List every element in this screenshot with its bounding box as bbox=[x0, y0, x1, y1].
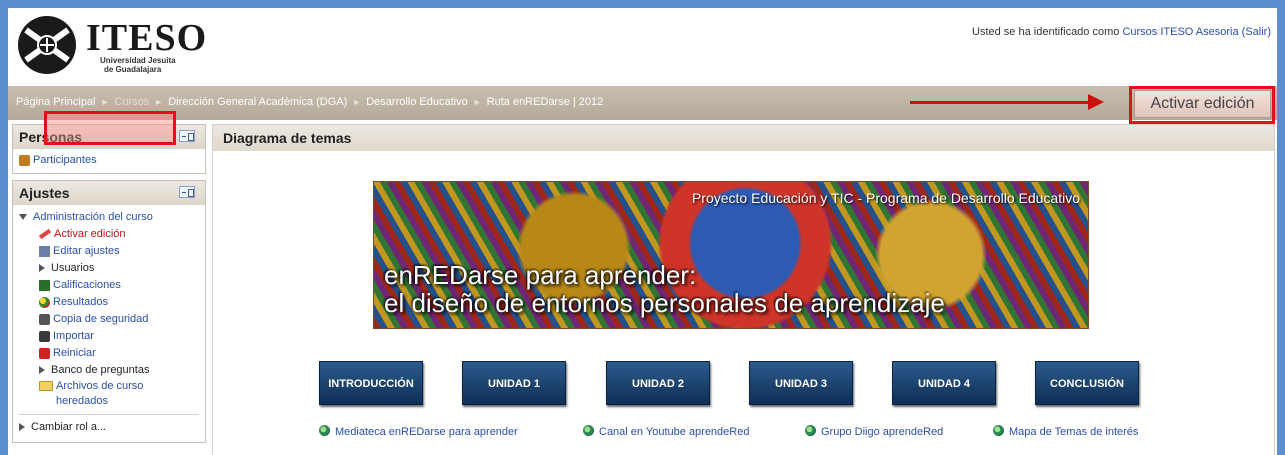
sidebar-item-label[interactable]: heredados bbox=[56, 395, 108, 407]
nav-button-unidad-4[interactable]: UNIDAD 4 bbox=[892, 361, 996, 405]
main-content: Diagrama de temas Proyecto Educación y T… bbox=[212, 124, 1275, 455]
sidebar-item-label: Cambiar rol a... bbox=[31, 421, 107, 433]
sidebar-item-editar-ajustes[interactable]: Editar ajustes bbox=[19, 243, 199, 260]
collapsed-triangle-icon bbox=[39, 366, 45, 375]
annotation-highlight-box bbox=[1129, 86, 1275, 124]
sidebar-item-label[interactable]: Copia de seguridad bbox=[53, 313, 148, 325]
sidebar-item-label[interactable]: Resultados bbox=[53, 296, 108, 308]
page-title: Diagrama de temas bbox=[213, 125, 1274, 151]
logo-emblem-icon bbox=[18, 16, 76, 74]
banner-line-2: el diseño de entornos personales de apre… bbox=[384, 288, 945, 318]
sidebar: Personas Participantes Ajustes Administr… bbox=[12, 124, 206, 455]
resource-link-youtube[interactable]: Canal en Youtube aprendeRed bbox=[583, 425, 749, 438]
resource-link-mediateca[interactable]: Mediateca enREDarse para aprender bbox=[319, 425, 518, 438]
results-icon bbox=[39, 296, 50, 308]
sidebar-item-label[interactable]: Calificaciones bbox=[53, 279, 121, 291]
sidebar-item-label[interactable]: Participantes bbox=[33, 154, 97, 166]
sidebar-item-participantes[interactable]: Participantes bbox=[19, 152, 199, 169]
login-info: Usted se ha identificado como Cursos ITE… bbox=[972, 26, 1271, 38]
block-personas-body: Participantes bbox=[13, 149, 205, 173]
breadcrumb-item-dga[interactable]: Dirección General Académica (DGA) bbox=[168, 96, 347, 108]
annotation-arrow-head-icon bbox=[1088, 94, 1104, 110]
sidebar-item-label[interactable]: Importar bbox=[53, 330, 94, 342]
breadcrumb-separator-icon: ► bbox=[472, 97, 482, 107]
resource-link-label[interactable]: Mediateca enREDarse para aprender bbox=[335, 426, 518, 438]
folder-icon bbox=[39, 381, 53, 392]
dock-toggle-icon[interactable] bbox=[179, 130, 195, 142]
user-profile-link[interactable]: Cursos ITESO Asesoria bbox=[1122, 26, 1238, 38]
resource-link-label[interactable]: Mapa de Temas de interés bbox=[1009, 426, 1138, 438]
block-title: Ajustes bbox=[19, 185, 70, 201]
annotation-highlight-box bbox=[44, 111, 176, 145]
globe-icon bbox=[319, 425, 330, 436]
breadcrumb-separator-icon: ► bbox=[352, 97, 362, 107]
logo-subtitle-1: Universidad Jesuita bbox=[100, 56, 176, 65]
nav-button-unidad-1[interactable]: UNIDAD 1 bbox=[462, 361, 566, 405]
login-prefix: Usted se ha identificado como bbox=[972, 26, 1123, 38]
sidebar-item-copia-seguridad[interactable]: Copia de seguridad bbox=[19, 311, 199, 328]
logo-name: ITESO bbox=[86, 17, 208, 59]
edit-settings-icon bbox=[39, 245, 50, 257]
site-header: ITESO Universidad Jesuita de Guadalajara… bbox=[8, 8, 1277, 86]
import-icon bbox=[39, 330, 50, 342]
sidebar-item-usuarios[interactable]: Usuarios bbox=[19, 260, 199, 277]
banner-line-1: enREDarse para aprender: bbox=[384, 260, 697, 290]
logo-subtitle-2: de Guadalajara bbox=[104, 65, 162, 74]
breadcrumb-separator-icon: ► bbox=[154, 97, 164, 107]
globe-icon bbox=[805, 425, 816, 436]
iteso-logo[interactable]: ITESO Universidad Jesuita de Guadalajara bbox=[18, 16, 206, 76]
sidebar-item-cambiar-rol[interactable]: Cambiar rol a... bbox=[19, 419, 199, 436]
nav-button-unidad-2[interactable]: UNIDAD 2 bbox=[606, 361, 710, 405]
sidebar-item-banco-preguntas[interactable]: Banco de preguntas bbox=[19, 362, 199, 379]
sidebar-item-activar-edicion[interactable]: Activar edición bbox=[19, 226, 199, 243]
divider bbox=[19, 414, 199, 415]
sidebar-item-label[interactable]: Archivos de curso bbox=[56, 380, 143, 392]
block-ajustes: Ajustes Administración del curso Activar… bbox=[12, 180, 206, 443]
backup-icon bbox=[39, 313, 50, 325]
annotation-arrow-line bbox=[910, 101, 1090, 104]
dock-toggle-icon[interactable] bbox=[179, 186, 195, 198]
sidebar-item-label: Banco de preguntas bbox=[51, 364, 150, 376]
resource-link-mapa[interactable]: Mapa de Temas de interés bbox=[993, 425, 1138, 438]
sidebar-item-label[interactable]: Editar ajustes bbox=[53, 245, 120, 257]
nav-button-introduccion[interactable]: INTRODUCCIÓN bbox=[319, 361, 423, 405]
breadcrumb-item-ruta[interactable]: Ruta enREDarse | 2012 bbox=[487, 96, 604, 108]
breadcrumb-item-desarrollo[interactable]: Desarrollo Educativo bbox=[366, 96, 468, 108]
block-ajustes-body: Administración del curso Activar edición… bbox=[13, 205, 205, 442]
page-frame: ITESO Universidad Jesuita de Guadalajara… bbox=[8, 8, 1277, 455]
collapsed-triangle-icon bbox=[39, 264, 45, 273]
grades-icon bbox=[39, 279, 50, 291]
sidebar-item-archivos[interactable]: Archivos de curso bbox=[19, 379, 199, 394]
breadcrumb-item-cursos[interactable]: Cursos bbox=[114, 96, 149, 108]
banner-top-text: Proyecto Educación y TIC - Programa de D… bbox=[691, 190, 1080, 206]
sidebar-item-reiniciar[interactable]: Reiniciar bbox=[19, 345, 199, 362]
expanded-triangle-icon bbox=[19, 214, 27, 221]
course-banner-image: Proyecto Educación y TIC - Programa de D… bbox=[373, 181, 1089, 329]
reset-icon bbox=[39, 347, 50, 359]
nav-button-unidad-3[interactable]: UNIDAD 3 bbox=[749, 361, 853, 405]
sidebar-item-label[interactable]: Reiniciar bbox=[53, 347, 96, 359]
sidebar-item-label: Usuarios bbox=[51, 262, 95, 274]
breadcrumb-item-home[interactable]: Página Principal bbox=[16, 96, 96, 108]
sidebar-item-label[interactable]: Activar edición bbox=[54, 228, 126, 240]
resource-link-label[interactable]: Canal en Youtube aprendeRed bbox=[599, 426, 749, 438]
breadcrumb: Página Principal ► Cursos ► Dirección Genera… bbox=[16, 96, 603, 108]
sidebar-item-resultados[interactable]: Resultados bbox=[19, 294, 199, 311]
sidebar-item-importar[interactable]: Importar bbox=[19, 328, 199, 345]
participants-icon bbox=[19, 154, 30, 166]
sidebar-item-calificaciones[interactable]: Calificaciones bbox=[19, 277, 199, 294]
nav-button-conclusion[interactable]: CONCLUSIÓN bbox=[1035, 361, 1139, 405]
resource-link-diigo[interactable]: Grupo Diigo aprendeRed bbox=[805, 425, 943, 438]
sidebar-item-admin[interactable]: Administración del curso bbox=[19, 209, 199, 226]
block-ajustes-header: Ajustes bbox=[13, 181, 205, 205]
resource-link-label[interactable]: Grupo Diigo aprendeRed bbox=[821, 426, 943, 438]
globe-icon bbox=[583, 425, 594, 436]
sidebar-item-archivos-cont[interactable]: heredados bbox=[19, 394, 199, 409]
collapsed-triangle-icon bbox=[19, 423, 25, 432]
logout-link[interactable]: (Salir) bbox=[1242, 26, 1271, 38]
sidebar-item-label: Administración del curso bbox=[33, 211, 153, 223]
globe-icon bbox=[993, 425, 1004, 436]
pencil-icon bbox=[38, 229, 52, 240]
breadcrumb-separator-icon: ► bbox=[100, 97, 110, 107]
